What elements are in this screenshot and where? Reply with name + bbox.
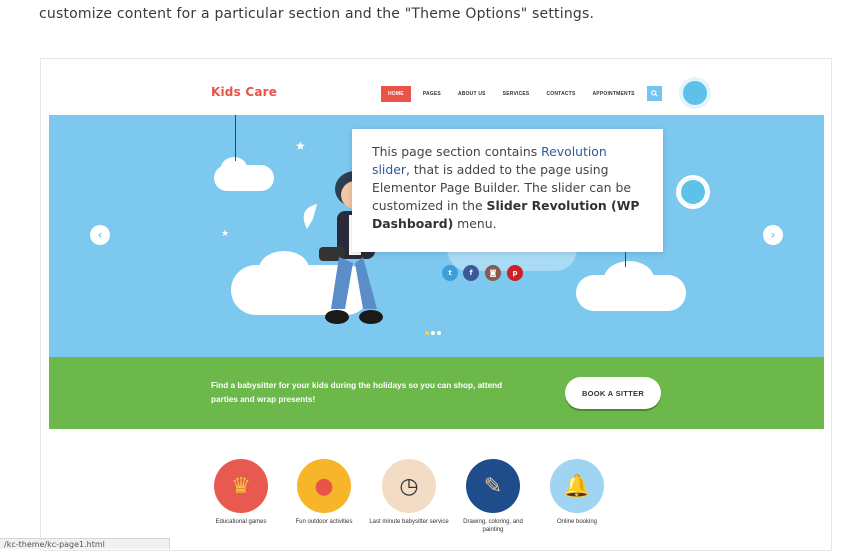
twitter-button[interactable]: t bbox=[442, 265, 458, 281]
status-bar-url: /kc-theme/kc-page1.html bbox=[0, 538, 170, 549]
nav-item-appointments[interactable]: APPOINTMENTS bbox=[592, 91, 634, 97]
paintbrush-icon: ✎ bbox=[483, 473, 503, 499]
feature-outdoor-activities[interactable]: ● Fun outdoor activities bbox=[284, 459, 364, 526]
hotspot-slider[interactable] bbox=[676, 175, 710, 209]
clock-icon: ◷ bbox=[399, 473, 419, 499]
star-icon: ★ bbox=[221, 229, 230, 239]
cloud-string bbox=[235, 115, 236, 161]
slider-prev-button[interactable]: ‹ bbox=[90, 225, 110, 245]
slider-next-button[interactable]: › bbox=[763, 225, 783, 245]
cta-bar: Find a babysitter for your kids during t… bbox=[49, 357, 824, 429]
feature-icon-circle: ♛ bbox=[214, 459, 268, 513]
nav-item-pages[interactable]: PAGES bbox=[423, 91, 441, 97]
chevron-left-icon: ‹ bbox=[97, 228, 103, 242]
site-header: Kids Care HOME PAGES ABOUT US SERVICES C… bbox=[49, 65, 824, 115]
cloud-decoration bbox=[221, 157, 247, 179]
feature-drawing[interactable]: ✎ Drawing, coloring, and painting bbox=[453, 459, 533, 534]
feature-online-booking[interactable]: 🔔 Online booking bbox=[537, 459, 617, 526]
hotspot-header[interactable] bbox=[679, 77, 711, 109]
tooltip-text-part3: menu. bbox=[453, 216, 497, 231]
slider-pagination bbox=[425, 331, 441, 335]
intro-text: customize content for a particular secti… bbox=[39, 6, 595, 22]
feature-label: Fun outdoor activities bbox=[295, 519, 353, 525]
slider-dot[interactable] bbox=[425, 331, 429, 335]
cta-text: Find a babysitter for your kids during t… bbox=[211, 381, 503, 404]
facebook-button[interactable]: f bbox=[463, 265, 479, 281]
twitter-icon: t bbox=[448, 269, 452, 277]
feature-icon-circle: ✎ bbox=[466, 459, 520, 513]
instagram-button[interactable]: ◙ bbox=[485, 265, 501, 281]
facebook-icon: f bbox=[469, 269, 473, 277]
nav-item-contacts[interactable]: CONTACTS bbox=[546, 91, 575, 97]
balloon-icon: ● bbox=[314, 473, 334, 499]
feature-babysitter-service[interactable]: ◷ Last minute babysitter service bbox=[369, 459, 449, 526]
features-section: ♛ Educational games ● Fun outdoor activi… bbox=[49, 429, 824, 550]
feature-label: Educational games bbox=[215, 519, 267, 525]
main-nav: HOME PAGES ABOUT US SERVICES CONTACTS AP… bbox=[381, 85, 652, 102]
slider-dot[interactable] bbox=[431, 331, 435, 335]
crown-icon: ♛ bbox=[231, 473, 251, 499]
feature-label: Online booking bbox=[556, 519, 598, 525]
feature-label: Drawing, coloring, and painting bbox=[463, 519, 523, 533]
feature-educational-games[interactable]: ♛ Educational games bbox=[201, 459, 281, 526]
nav-item-home[interactable]: HOME bbox=[381, 85, 411, 102]
tooltip-text-part1: This page section contains bbox=[372, 144, 542, 159]
pinterest-button[interactable]: p bbox=[507, 265, 523, 281]
feature-icon-circle: ◷ bbox=[382, 459, 436, 513]
cloud-decoration bbox=[604, 261, 654, 297]
section-tooltip: This page section contains Revolution sl… bbox=[352, 129, 663, 252]
feature-label: Last minute babysitter service bbox=[369, 519, 449, 525]
star-icon: ★ bbox=[295, 139, 306, 153]
site-logo[interactable]: Kids Care bbox=[211, 85, 277, 99]
feature-icon-circle: ● bbox=[297, 459, 351, 513]
feature-icon-circle: 🔔 bbox=[550, 459, 604, 513]
nav-item-about-us[interactable]: ABOUT US bbox=[458, 91, 486, 97]
pinterest-icon: p bbox=[512, 269, 518, 277]
slider-dot[interactable] bbox=[437, 331, 441, 335]
instagram-icon: ◙ bbox=[489, 269, 497, 277]
bell-icon: 🔔 bbox=[563, 473, 591, 499]
search-icon bbox=[651, 90, 658, 97]
nav-item-services[interactable]: SERVICES bbox=[503, 91, 530, 97]
chevron-right-icon: › bbox=[770, 228, 776, 242]
search-button[interactable] bbox=[647, 86, 662, 101]
book-a-sitter-button[interactable]: BOOK A SITTER bbox=[565, 377, 661, 409]
